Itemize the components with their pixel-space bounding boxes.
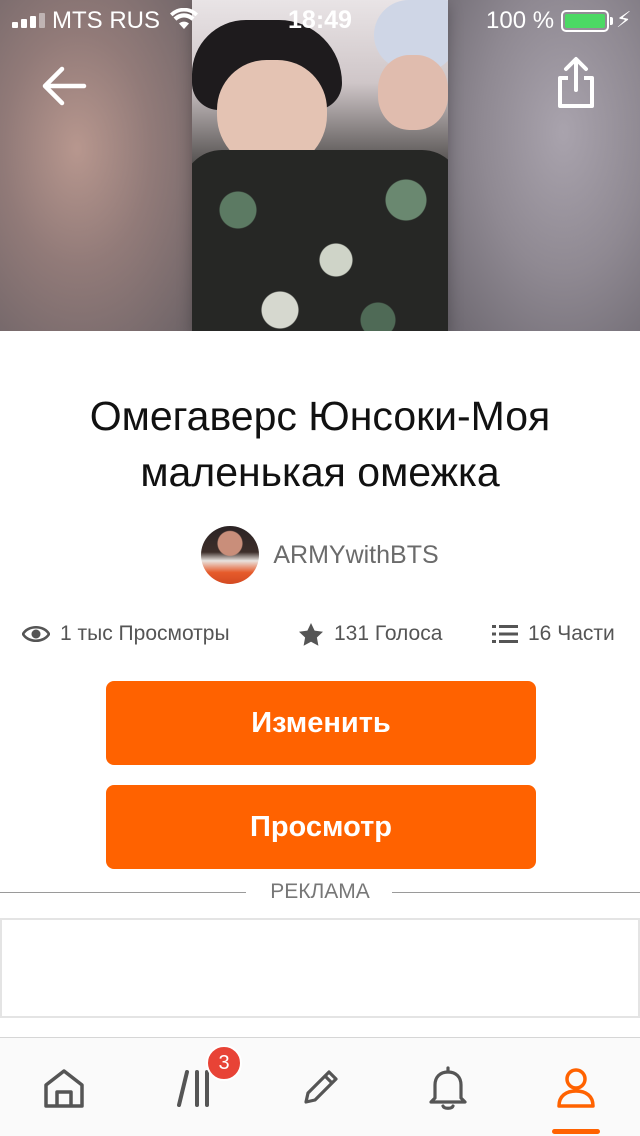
cover-blur-right	[448, 0, 640, 331]
tab-write[interactable]	[256, 1038, 384, 1136]
story-cover-header	[0, 0, 640, 331]
share-icon[interactable]	[550, 56, 602, 112]
cover-image[interactable]	[192, 0, 448, 331]
profile-icon	[557, 1067, 595, 1108]
active-tab-indicator	[552, 1129, 600, 1134]
back-arrow-icon[interactable]	[38, 60, 90, 112]
cover-blur-left	[0, 0, 192, 331]
story-stats: 1 тыс Просмотры 131 Голоса 16 Части	[0, 616, 640, 652]
ad-label: РЕКЛАМА	[270, 880, 370, 903]
views-stat: 1 тыс Просмотры	[22, 616, 230, 652]
tab-profile[interactable]	[512, 1038, 640, 1136]
list-icon	[492, 625, 518, 643]
story-title: Омегаверс Юнсоки-Моя маленькая омежка	[89, 393, 551, 495]
tab-library[interactable]	[131, 1038, 259, 1136]
parts-count: 16 Части	[528, 622, 615, 645]
home-icon	[44, 1068, 84, 1108]
library-badge: 3	[206, 1045, 242, 1081]
votes-count: 131 Голоса	[334, 622, 443, 645]
eye-icon	[22, 625, 50, 643]
ad-divider: РЕКЛАМА	[0, 880, 640, 906]
battery-icon	[561, 10, 613, 32]
status-bar: MTS RUS 18:49 100 % ⚡	[0, 0, 640, 40]
tab-home[interactable]	[0, 1038, 128, 1136]
charging-icon: ⚡	[616, 7, 632, 32]
tab-bar	[0, 1037, 640, 1136]
ad-banner[interactable]	[0, 918, 640, 1018]
author-name[interactable]: ARMYwithBTS	[273, 541, 438, 570]
pencil-icon	[304, 1069, 338, 1104]
bell-icon	[429, 1065, 467, 1110]
views-count: 1 тыс Просмотры	[60, 622, 230, 645]
battery-percentage: 100 %	[486, 7, 555, 34]
view-button[interactable]: Просмотр	[106, 785, 536, 869]
author-avatar[interactable]	[201, 526, 260, 584]
votes-stat: 131 Голоса	[298, 616, 442, 652]
edit-button[interactable]: Изменить	[106, 681, 536, 765]
star-icon	[299, 622, 323, 646]
parts-stat: 16 Части	[492, 616, 615, 652]
author-row[interactable]: ARMYwithBTS	[0, 525, 640, 585]
tab-notifications[interactable]	[384, 1038, 512, 1136]
